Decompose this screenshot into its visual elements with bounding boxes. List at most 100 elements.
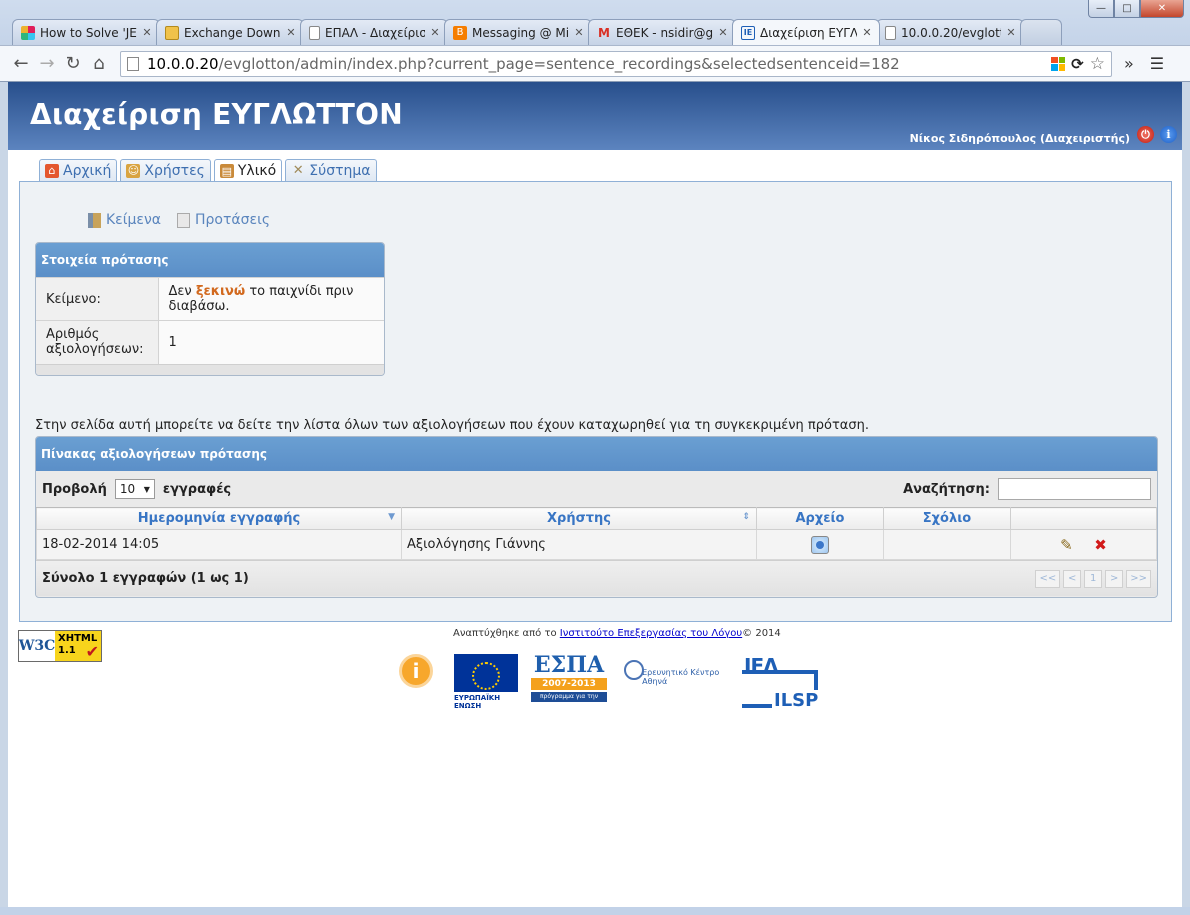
close-tab-icon[interactable]: ✕	[717, 26, 729, 39]
previous-page-button[interactable]: <	[1063, 569, 1082, 588]
espa-years: 2007-2013	[531, 678, 607, 690]
close-tab-icon[interactable]: ✕	[1005, 26, 1017, 39]
subnav-label: Προτάσεις	[195, 212, 271, 228]
delete-x-icon[interactable]: ✖	[1092, 536, 1110, 554]
browser-tab[interactable]: ΕΠΑΛ - Διαχείριση ✕	[300, 19, 448, 45]
close-tab-icon[interactable]: ✕	[285, 26, 297, 39]
sentences-icon	[177, 212, 191, 228]
close-tab-icon[interactable]: ✕	[573, 26, 585, 39]
sponsor-logos: i ΕΥΡΩΠΑΪΚΗ ΕΝΩΣΗ ΕΣΠΑ 2007-2013 πρόγραμ…	[390, 654, 822, 724]
audio-file-icon[interactable]	[811, 535, 829, 554]
windows-logo-icon[interactable]	[1051, 56, 1066, 71]
ilsp-link[interactable]: Ινστιτούτο Επεξεργασίας του Λόγου	[560, 628, 742, 639]
w3c-logo: W3C	[19, 631, 55, 661]
cell-user: Αξιολόγησης Γιάννης	[401, 529, 757, 560]
window-border	[0, 907, 1190, 915]
forward-arrow-icon[interactable]: →	[34, 51, 60, 77]
search-input[interactable]	[998, 478, 1151, 500]
window-controls: — □ ✕	[1088, 0, 1184, 18]
page-size-select[interactable]: 10 ▼	[114, 479, 155, 499]
browser-chrome: — □ ✕ How to Solve 'JET ✕ Exchange Down,…	[0, 0, 1190, 82]
subnav-texts-link[interactable]: Κείμενα	[88, 212, 161, 228]
info-label-text: Κείμενο:	[36, 277, 159, 321]
column-label: Σχόλιο	[922, 511, 972, 526]
page-icon	[885, 25, 896, 40]
minimize-button[interactable]: —	[1088, 0, 1114, 18]
slack-icon	[21, 25, 35, 40]
menu-icon[interactable]: ☰	[1150, 54, 1164, 73]
browser-tab[interactable]: B Messaging @ Mic ✕	[444, 19, 592, 45]
info-value-ratings: 1	[158, 320, 384, 364]
column-header-date[interactable]: Ημερομηνία εγγραφής ▼	[36, 507, 402, 530]
ratings-table-title: Πίνακας αξιολογήσεων πρότασης	[36, 437, 1157, 471]
browser-tab[interactable]: How to Solve 'JET ✕	[12, 19, 160, 45]
tab-users[interactable]: ☺ Χρήστες	[120, 159, 211, 181]
edit-pencil-icon[interactable]: ✎	[1057, 536, 1075, 554]
info-row-ratings: Αριθμός αξιολογήσεων: 1	[36, 320, 384, 364]
records-summary: Σύνολο 1 εγγραφών (1 ως 1)	[42, 571, 249, 586]
extensions-overflow-icon[interactable]: »	[1124, 54, 1134, 73]
page-icon	[309, 25, 320, 40]
browser-tab-title: Διαχείριση ΕΥΓΛΩ	[760, 25, 857, 40]
column-header-user[interactable]: Χρήστης ⇕	[401, 507, 757, 530]
logout-power-icon[interactable]: ⏻	[1137, 126, 1154, 143]
book-icon: ▤	[219, 164, 234, 178]
close-window-button[interactable]: ✕	[1140, 0, 1184, 18]
next-page-button[interactable]: >	[1105, 569, 1124, 588]
texts-icon	[88, 212, 101, 228]
maximize-button[interactable]: □	[1114, 0, 1140, 18]
sentence-info-title: Στοιχεία πρότασης	[36, 243, 384, 277]
reload-icon[interactable]: ↻	[60, 51, 86, 77]
copyright-text: © 2014	[742, 628, 781, 639]
toolbar-right: » ☰	[1124, 54, 1164, 73]
main-navigation-tabs: ⌂ Αρχική ☺ Χρήστες ▤ Υλικό ✕ Σύστημα	[39, 159, 377, 182]
tab-system[interactable]: ✕ Σύστημα	[285, 159, 377, 181]
home-icon[interactable]: ⌂	[86, 51, 112, 77]
close-tab-icon[interactable]: ✕	[141, 26, 153, 39]
browser-tab-active[interactable]: IE Διαχείριση ΕΥΓΛΩ ✕	[732, 19, 880, 45]
content-panel: Κείμενα Προτάσεις Στοιχεία πρότασης Κείμ…	[19, 181, 1172, 622]
info-person-icon: i	[399, 654, 433, 688]
sentence-text-part: Δεν	[168, 284, 196, 299]
cell-file	[756, 529, 884, 560]
sentence-highlighted-word: ξεκινώ	[195, 284, 246, 299]
url-host: 10.0.0.20	[147, 54, 219, 73]
page-number-button[interactable]: 1	[1084, 569, 1103, 588]
table-footer: Σύνολο 1 εγγραφών (1 ως 1) << < 1 > >>	[36, 560, 1157, 596]
column-header-file[interactable]: Αρχείο	[756, 507, 884, 530]
browser-tab-title: Messaging @ Mic	[472, 25, 569, 40]
browser-tab-strip: How to Solve 'JET ✕ Exchange Down, ✕ ΕΠΑ…	[12, 19, 1062, 45]
column-header-comment[interactable]: Σχόλιο	[883, 507, 1011, 530]
last-page-button[interactable]: >>	[1126, 569, 1151, 588]
close-tab-icon[interactable]: ✕	[861, 26, 873, 39]
browser-tab[interactable]: M ΕΘΕΚ - nsidir@gm ✕	[588, 19, 736, 45]
tab-label: Χρήστες	[144, 162, 205, 179]
browser-tab[interactable]: 10.0.0.20/evglotto ✕	[876, 19, 1024, 45]
blogger-icon: B	[453, 25, 467, 40]
w3c-xhtml-badge[interactable]: W3C XHTML 1.1 ✔	[18, 630, 102, 662]
digital-greece-logo: i	[390, 654, 442, 724]
table-controls: Προβολή 10 ▼ εγγραφές Αναζήτηση:	[36, 471, 1157, 507]
tab-home[interactable]: ⌂ Αρχική	[39, 159, 118, 181]
sync-icon[interactable]: ⟳	[1071, 55, 1084, 73]
bookmark-star-icon[interactable]: ☆	[1090, 54, 1105, 74]
grid-header-row: Ημερομηνία εγγραφής ▼ Χρήστης ⇕ Αρχείο Σχό…	[36, 507, 1157, 530]
column-header-actions	[1010, 507, 1157, 530]
users-icon: ☺	[126, 163, 141, 178]
close-tab-icon[interactable]: ✕	[429, 26, 441, 39]
info-icon[interactable]: i	[1160, 126, 1177, 143]
athena-name: Ερευνητικό Κέντρο Αθηνά	[642, 668, 720, 686]
browser-tab-title: Exchange Down,	[184, 25, 281, 40]
table-row: 18-02-2014 14:05 Αξιολόγησης Γιάννης ✎ ✖	[36, 529, 1157, 560]
subnav-sentences-link[interactable]: Προτάσεις	[177, 212, 270, 228]
athena-mark-icon	[620, 654, 645, 684]
new-tab-button[interactable]	[1020, 19, 1062, 45]
athena-text: Ερευνητικό Κέντρο Αθηνά	[642, 668, 730, 688]
tab-label: Σύστημα	[309, 162, 371, 179]
first-page-button[interactable]: <<	[1035, 569, 1061, 588]
browser-tab[interactable]: Exchange Down, ✕	[156, 19, 304, 45]
address-bar[interactable]: 10.0.0.20/evglotton/admin/index.php?curr…	[120, 50, 1112, 77]
tab-material[interactable]: ▤ Υλικό	[213, 159, 283, 182]
back-arrow-icon[interactable]: ←	[8, 51, 34, 77]
gmail-icon: M	[598, 25, 610, 40]
